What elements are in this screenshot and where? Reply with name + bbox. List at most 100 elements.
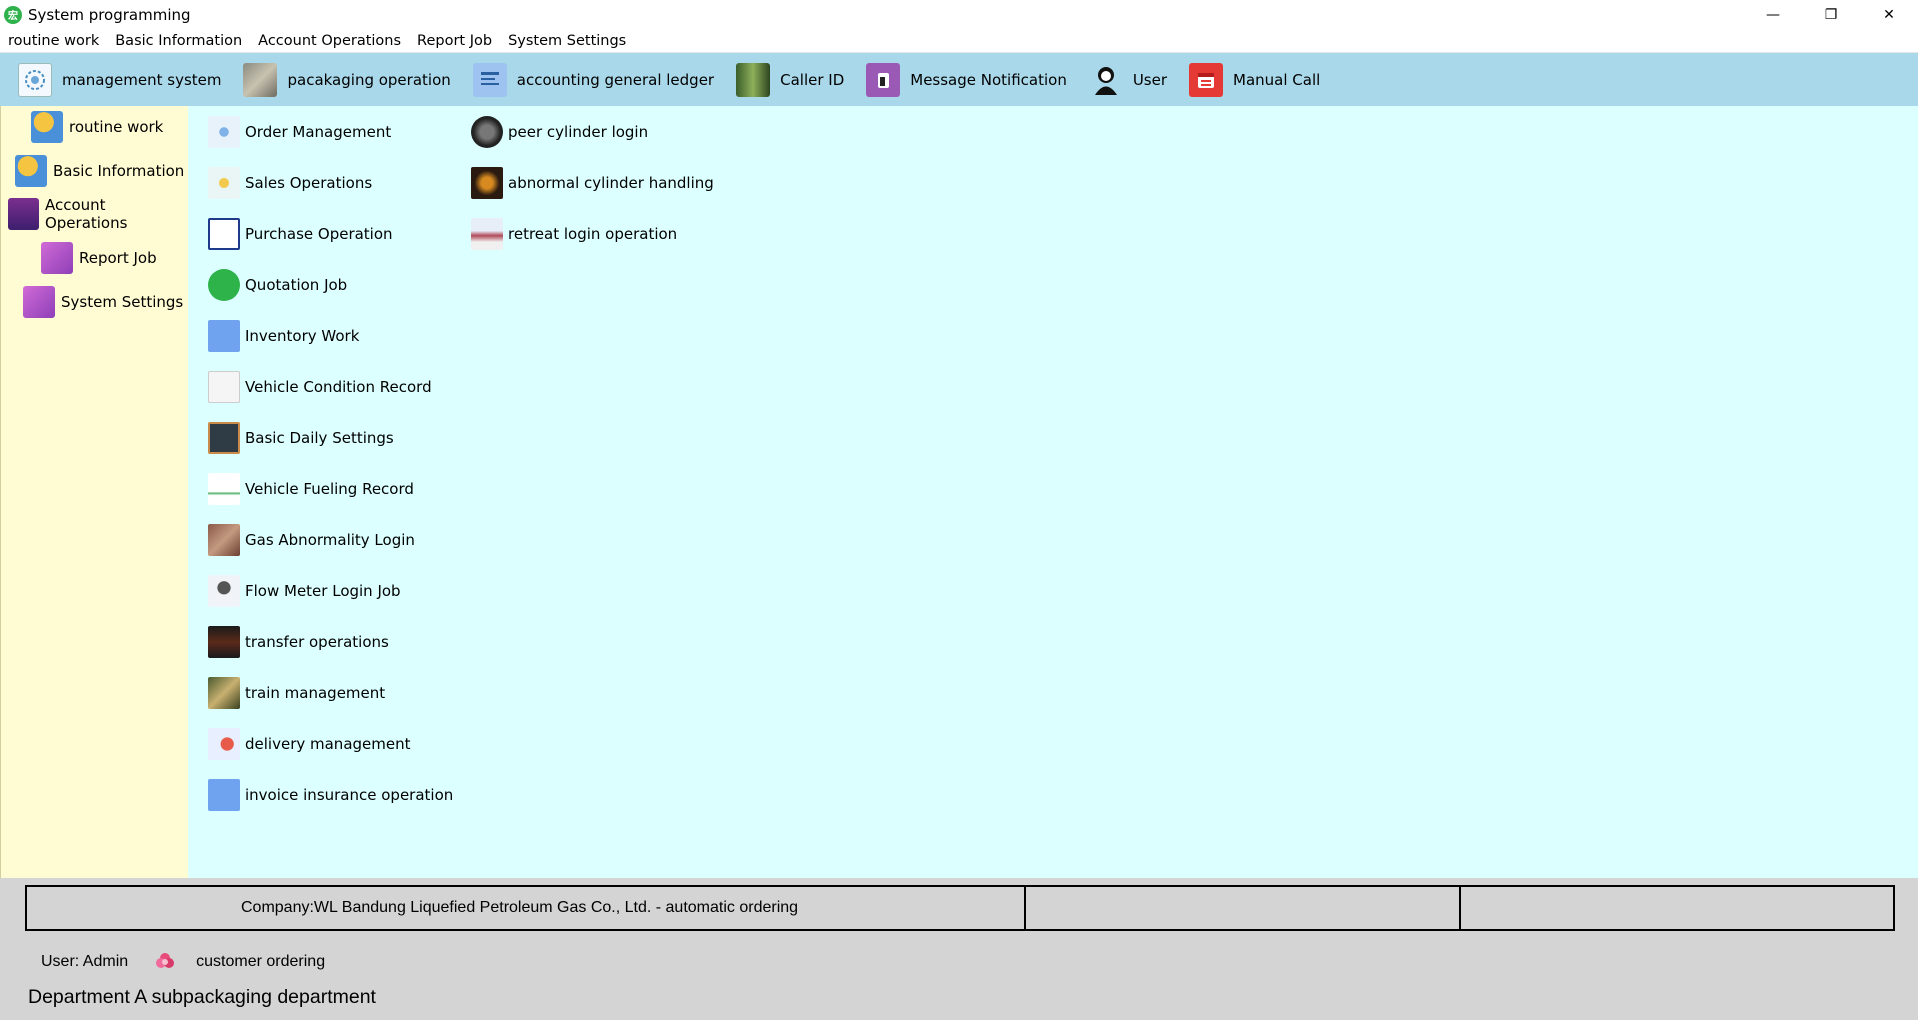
flower-icon bbox=[156, 953, 175, 968]
nav-label: Basic Information bbox=[53, 162, 185, 180]
transfer-icon bbox=[208, 626, 240, 658]
toolbar: management system pacakaging operation a… bbox=[0, 53, 1918, 106]
factory-icon bbox=[243, 62, 278, 97]
nav-label: Report Job bbox=[79, 249, 157, 267]
mode-text: customer ordering bbox=[196, 953, 326, 970]
vehicle-record-icon bbox=[208, 371, 240, 403]
retreat-icon bbox=[471, 218, 503, 250]
item-train-management[interactable]: train management bbox=[208, 676, 385, 710]
window-controls: — ❐ ✕ bbox=[1744, 0, 1918, 29]
phone-icon bbox=[736, 62, 771, 97]
nav-report-job[interactable]: Report Job bbox=[41, 240, 157, 276]
item-label: Gas Abnormality Login bbox=[245, 531, 415, 549]
item-peer-cylinder-login[interactable]: peer cylinder login bbox=[471, 115, 648, 149]
nav-routine-work[interactable]: routine work bbox=[31, 109, 163, 145]
item-label: Vehicle Condition Record bbox=[245, 378, 432, 396]
user-icon bbox=[1089, 63, 1123, 97]
menu-account-operations[interactable]: Account Operations bbox=[250, 29, 409, 53]
item-inventory-work[interactable]: Inventory Work bbox=[208, 319, 359, 353]
gas-photo-icon bbox=[208, 524, 240, 556]
status-panel-3 bbox=[1459, 887, 1893, 929]
chalkboard-icon bbox=[208, 422, 240, 454]
item-label: Sales Operations bbox=[245, 174, 373, 192]
left-nav: routine work Basic Information Account O… bbox=[0, 106, 188, 878]
item-label: Vehicle Fueling Record bbox=[245, 480, 414, 498]
restore-button[interactable]: ❐ bbox=[1802, 0, 1860, 29]
ledger-icon bbox=[472, 62, 507, 97]
toolbar-caller-id[interactable]: Caller ID bbox=[736, 60, 844, 100]
item-label: abnormal cylinder handling bbox=[508, 174, 714, 192]
toolbar-manual-call[interactable]: Manual Call bbox=[1189, 60, 1320, 100]
settings-doc-icon bbox=[23, 286, 55, 318]
item-label: peer cylinder login bbox=[508, 123, 649, 141]
window-title: System programming bbox=[28, 5, 191, 24]
toolbar-label: Manual Call bbox=[1233, 70, 1321, 89]
quotation-icon bbox=[208, 269, 240, 301]
menu-basic-information[interactable]: Basic Information bbox=[107, 29, 250, 53]
toolbar-message-notification[interactable]: Message Notification bbox=[866, 60, 1067, 100]
invoice-icon bbox=[208, 779, 240, 811]
item-flow-meter-login-job[interactable]: Flow Meter Login Job bbox=[208, 574, 401, 608]
menu-system-settings[interactable]: System Settings bbox=[500, 29, 634, 53]
status-area: Company:WL Bandung Liquefied Petroleum G… bbox=[0, 878, 1918, 1020]
item-label: delivery management bbox=[245, 735, 411, 753]
menu-routine-work[interactable]: routine work bbox=[0, 29, 107, 53]
status-panel-2 bbox=[1024, 887, 1459, 929]
item-basic-daily-settings[interactable]: Basic Daily Settings bbox=[208, 421, 394, 455]
item-vehicle-condition-record[interactable]: Vehicle Condition Record bbox=[208, 370, 432, 404]
item-retreat-login-operation[interactable]: retreat login operation bbox=[471, 217, 677, 251]
worker-icon bbox=[31, 111, 63, 143]
close-button[interactable]: ✕ bbox=[1860, 0, 1918, 29]
info-worker-icon bbox=[15, 155, 47, 187]
network-icon bbox=[208, 116, 240, 148]
nav-system-settings[interactable]: System Settings bbox=[23, 284, 183, 320]
item-label: retreat login operation bbox=[508, 225, 678, 243]
item-gas-abnormality-login[interactable]: Gas Abnormality Login bbox=[208, 523, 415, 557]
toolbar-accounting-general-ledger[interactable]: accounting general ledger bbox=[472, 60, 715, 100]
item-sales-operations[interactable]: Sales Operations bbox=[208, 166, 372, 200]
status-panels: Company:WL Bandung Liquefied Petroleum G… bbox=[25, 885, 1895, 931]
nav-label: System Settings bbox=[61, 293, 184, 311]
menu-report-job[interactable]: Report Job bbox=[409, 29, 500, 53]
nav-basic-information[interactable]: Basic Information bbox=[15, 153, 184, 189]
fuel-chart-icon bbox=[208, 473, 240, 505]
item-purchase-operation[interactable]: Purchase Operation bbox=[208, 217, 393, 251]
title-bar: 宏 System programming — ❐ ✕ bbox=[0, 0, 1918, 29]
nav-account-operations[interactable]: Account Operations bbox=[8, 196, 188, 232]
item-invoice-insurance-operation[interactable]: invoice insurance operation bbox=[208, 778, 453, 812]
minimize-button[interactable]: — bbox=[1744, 0, 1802, 29]
item-vehicle-fueling-record[interactable]: Vehicle Fueling Record bbox=[208, 472, 414, 506]
user-line: User: Admin customer ordering bbox=[41, 948, 325, 976]
sales-icon bbox=[208, 167, 240, 199]
toolbar-packaging-operation[interactable]: pacakaging operation bbox=[243, 60, 451, 100]
calendar-icon bbox=[1189, 62, 1224, 97]
nav-label: Account Operations bbox=[44, 196, 128, 232]
nav-label: routine work bbox=[69, 118, 164, 136]
toolbar-management-system[interactable]: management system bbox=[18, 60, 221, 100]
flow-meter-icon bbox=[208, 575, 240, 607]
item-label: Purchase Operation bbox=[245, 225, 393, 243]
item-label: transfer operations bbox=[245, 633, 389, 651]
main-content: Order Management Sales Operations Purcha… bbox=[188, 106, 1918, 878]
item-label: Inventory Work bbox=[245, 327, 360, 345]
menu-bar: routine work Basic Information Account O… bbox=[0, 29, 1918, 53]
item-delivery-management[interactable]: delivery management bbox=[208, 727, 410, 761]
item-quotation-job[interactable]: Quotation Job bbox=[208, 268, 347, 302]
message-icon bbox=[866, 62, 901, 97]
company-text: Company:WL Bandung Liquefied Petroleum G… bbox=[241, 899, 799, 916]
toolbar-user[interactable]: User bbox=[1089, 60, 1167, 100]
item-transfer-operations[interactable]: transfer operations bbox=[208, 625, 389, 659]
toolbar-label: accounting general ledger bbox=[516, 70, 715, 89]
toolbar-label: Caller ID bbox=[780, 70, 845, 89]
gear-globe-icon bbox=[18, 62, 52, 97]
purchase-grid-icon bbox=[208, 218, 240, 250]
app-icon: 宏 bbox=[4, 5, 22, 24]
inventory-icon bbox=[208, 320, 240, 352]
abnormal-cylinder-icon bbox=[471, 167, 503, 199]
account-chart-icon bbox=[8, 198, 39, 230]
item-label: Basic Daily Settings bbox=[245, 429, 394, 447]
status-company-panel: Company:WL Bandung Liquefied Petroleum G… bbox=[27, 887, 1024, 929]
report-icon bbox=[41, 242, 73, 274]
item-abnormal-cylinder-handling[interactable]: abnormal cylinder handling bbox=[471, 166, 714, 200]
item-order-management[interactable]: Order Management bbox=[208, 115, 391, 149]
